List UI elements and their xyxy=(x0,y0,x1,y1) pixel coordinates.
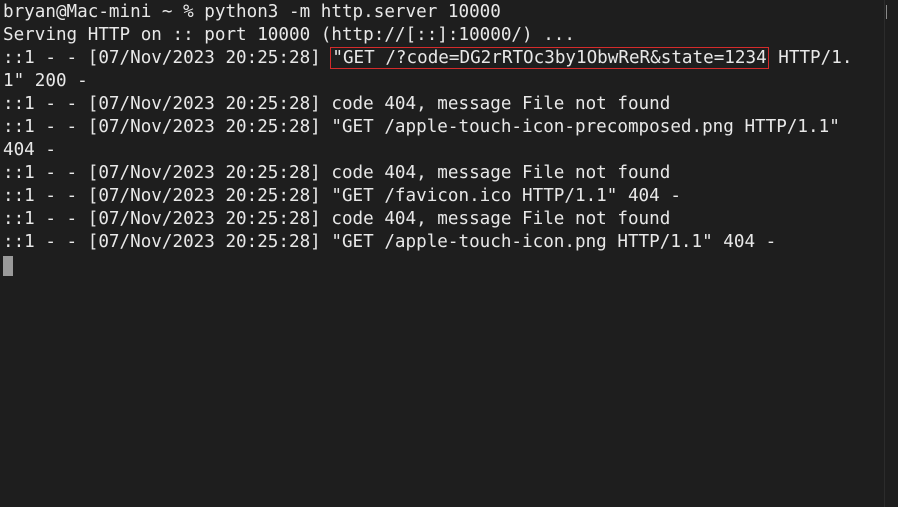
log-line-404-message: ::1 - - [07/Nov/2023 20:25:28] code 404,… xyxy=(3,94,671,114)
command-prompt-line: bryan@Mac-mini ~ % python3 -m http.serve… xyxy=(3,2,501,22)
serving-status-line: Serving HTTP on :: port 10000 (http://[:… xyxy=(3,25,575,45)
log-line-get-favicon: ::1 - - [07/Nov/2023 20:25:28] "GET /fav… xyxy=(3,186,681,206)
log-line-get-code-wrap: 1" 200 - xyxy=(3,71,88,91)
log-line-get-precomposed-icon-wrap: 404 - xyxy=(3,140,56,160)
cursor-line[interactable] xyxy=(3,254,898,277)
terminal-window[interactable]: bryan@Mac-mini ~ % python3 -m http.serve… xyxy=(0,0,898,507)
log-line-suffix: HTTP/1. xyxy=(767,48,853,68)
log-line-404-message: ::1 - - [07/Nov/2023 20:25:28] code 404,… xyxy=(3,163,671,183)
log-line-get-apple-touch-icon: ::1 - - [07/Nov/2023 20:25:28] "GET /app… xyxy=(3,232,777,252)
text-cursor xyxy=(3,256,13,276)
scrollbar-thumb[interactable] xyxy=(886,5,887,19)
vertical-scrollbar[interactable] xyxy=(884,0,898,507)
log-line-prefix: ::1 - - [07/Nov/2023 20:25:28] xyxy=(3,48,332,68)
highlighted-auth-code-request: "GET /?code=DG2rRTOc3by1ObwReR&state=123… xyxy=(330,47,769,69)
log-line-404-message: ::1 - - [07/Nov/2023 20:25:28] code 404,… xyxy=(3,209,671,229)
log-line-get-precomposed-icon: ::1 - - [07/Nov/2023 20:25:28] "GET /app… xyxy=(3,117,840,137)
log-line-get-code: ::1 - - [07/Nov/2023 20:25:28] "GET /?co… xyxy=(3,47,898,70)
